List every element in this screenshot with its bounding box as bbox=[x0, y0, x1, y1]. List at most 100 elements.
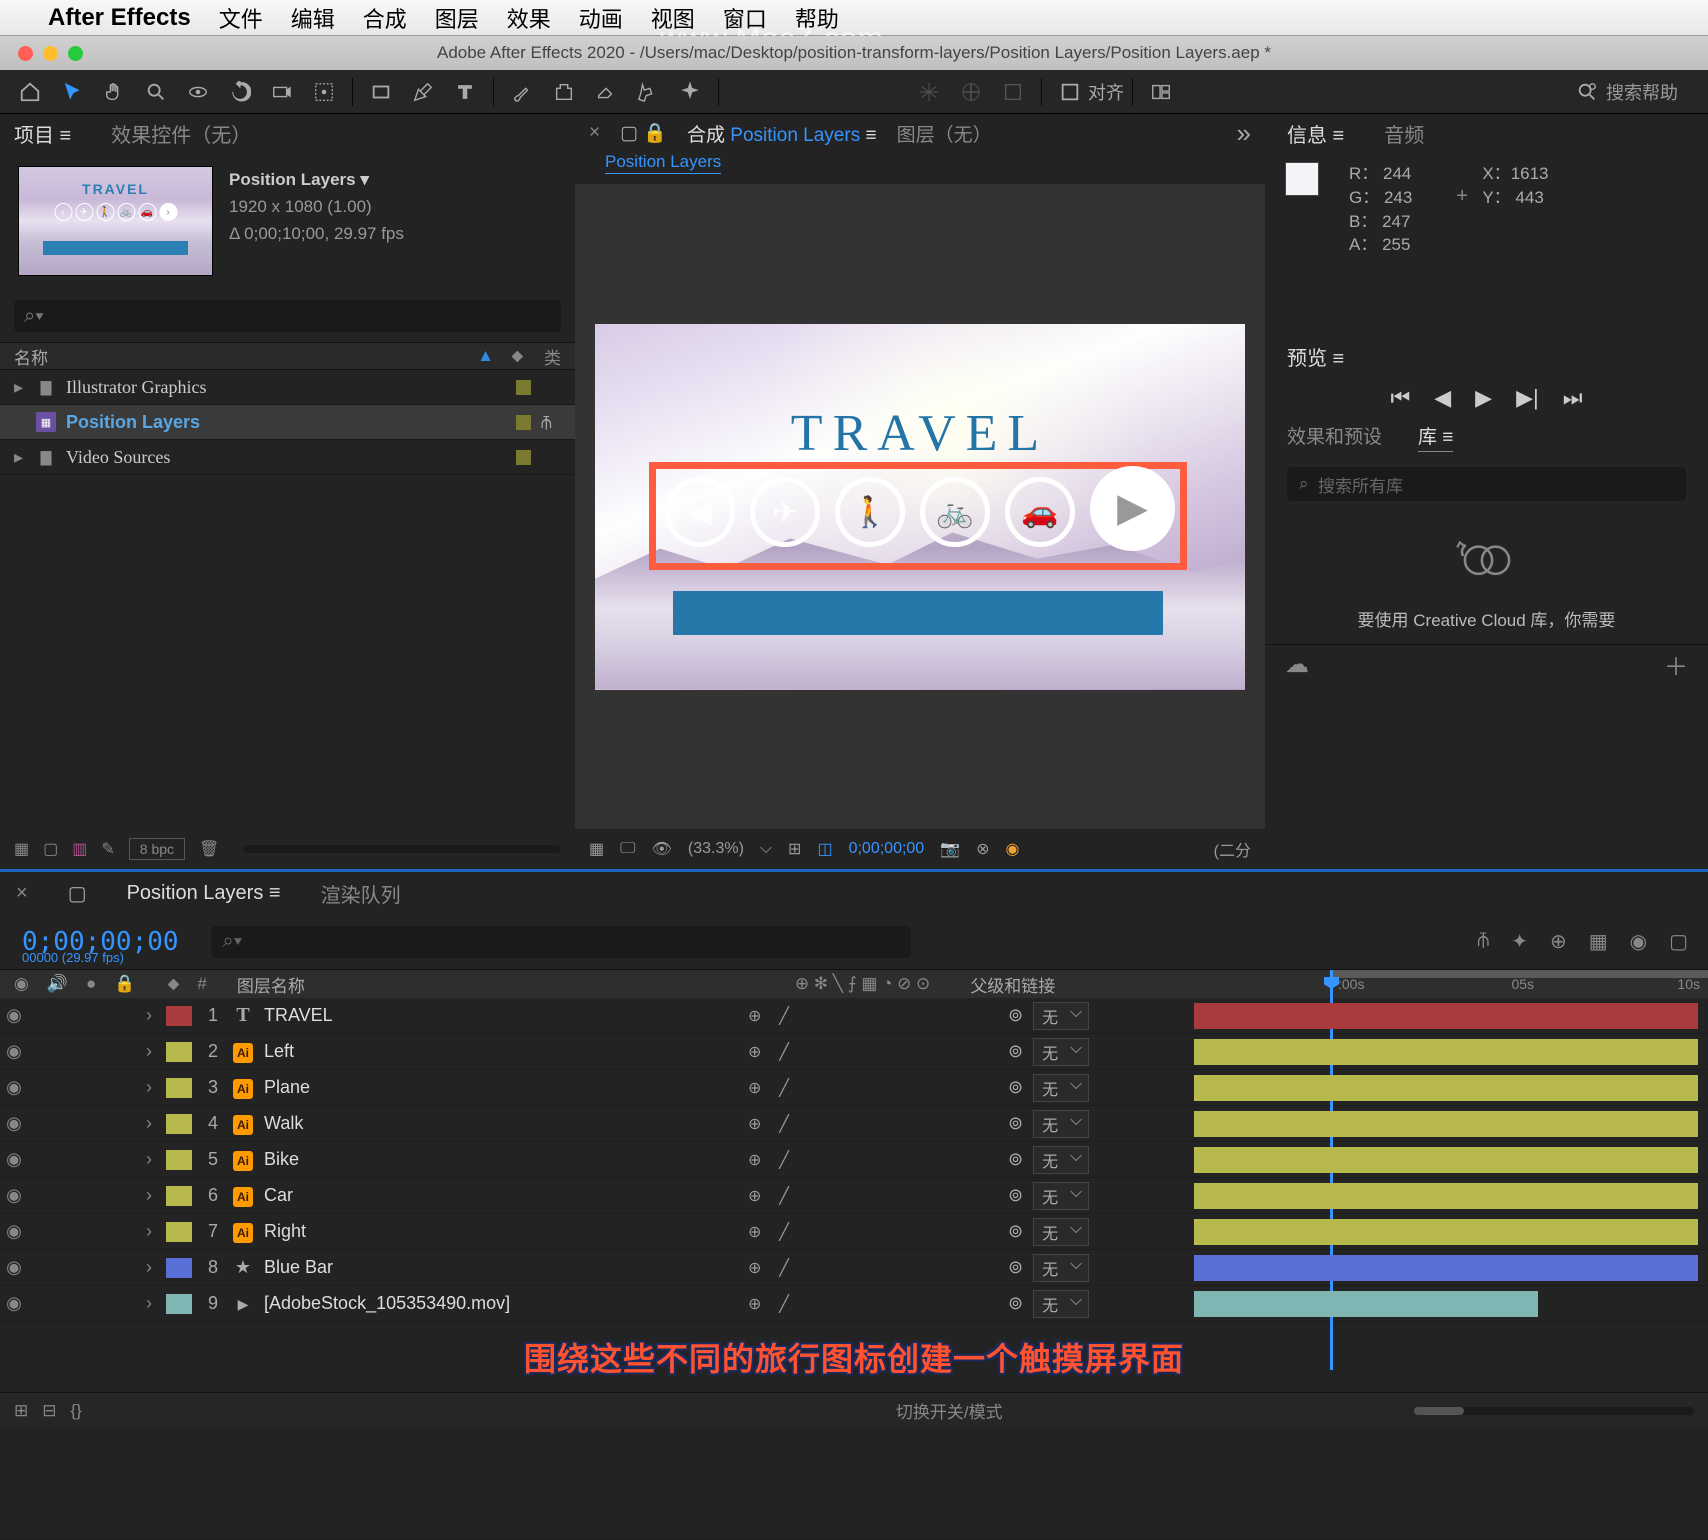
expand-chevron[interactable]: › bbox=[138, 1041, 160, 1062]
layer-duration-bar[interactable] bbox=[1194, 1106, 1708, 1141]
layer-name[interactable]: Left bbox=[258, 1041, 748, 1062]
layer-label[interactable] bbox=[166, 1006, 192, 1026]
menu-layer[interactable]: 图层 bbox=[435, 2, 479, 34]
motion-blur-icon[interactable]: ◉ bbox=[1630, 929, 1647, 954]
display-icon[interactable]: 🖵 bbox=[620, 840, 635, 858]
layer-switches[interactable]: ⊕ ╱ bbox=[748, 1258, 1008, 1278]
preview-prev-icon[interactable]: ◀ bbox=[1434, 385, 1451, 411]
camera-tool[interactable] bbox=[262, 72, 302, 112]
text-tool[interactable] bbox=[445, 72, 485, 112]
preview-first-icon[interactable]: ⏮ bbox=[1390, 385, 1410, 411]
tab-library[interactable]: 库 ≡ bbox=[1418, 422, 1453, 452]
window-zoom[interactable] bbox=[68, 46, 83, 61]
layer-name[interactable]: Plane bbox=[258, 1077, 748, 1098]
shy-icon[interactable]: ⊕ bbox=[1550, 929, 1567, 954]
layer-row[interactable]: ◉ › 3 Ai Plane ⊕ ╱ ⊚无 bbox=[0, 1070, 1708, 1106]
layer-label[interactable] bbox=[166, 1186, 192, 1206]
workspace-icon[interactable] bbox=[1141, 72, 1181, 112]
layer-label[interactable] bbox=[166, 1222, 192, 1242]
guide-icon[interactable]: ◫ bbox=[817, 839, 832, 859]
timeline-search[interactable]: ⌕▾ bbox=[211, 926, 911, 958]
project-search[interactable]: ⌕▾ bbox=[14, 300, 561, 332]
interp-icon[interactable]: ▦ bbox=[14, 839, 29, 859]
layer-name[interactable]: Blue Bar bbox=[258, 1257, 748, 1278]
zoom-tool[interactable] bbox=[136, 72, 176, 112]
layer-switches[interactable]: ⊕ ╱ bbox=[748, 1006, 1008, 1026]
snap-checkbox[interactable] bbox=[1050, 72, 1090, 112]
tab-layer-none[interactable]: 图层（无） bbox=[897, 120, 992, 147]
layer-label[interactable] bbox=[166, 1294, 192, 1314]
tab-effect-controls[interactable]: 效果控件（无） bbox=[111, 119, 251, 148]
expand-chevron[interactable]: › bbox=[138, 1221, 160, 1242]
visibility-toggle[interactable]: ◉ bbox=[0, 1293, 28, 1314]
brush-tool[interactable] bbox=[502, 72, 542, 112]
zoom-pct[interactable]: (33.3%) bbox=[688, 840, 744, 858]
frame-blend-icon[interactable]: ▦ bbox=[1589, 929, 1608, 954]
folder-new-icon[interactable]: ▢ bbox=[43, 839, 58, 859]
orbit-tool[interactable] bbox=[178, 72, 218, 112]
search-help-icon[interactable] bbox=[1576, 72, 1598, 112]
layer-parent[interactable]: ⊚无 bbox=[1008, 1074, 1194, 1102]
layer-switches[interactable]: ⊕ ╱ bbox=[748, 1078, 1008, 1098]
adjust-icon[interactable]: ✎ bbox=[101, 839, 114, 859]
layer-switches[interactable]: ⊕ ╱ bbox=[748, 1150, 1008, 1170]
3d-local-icon[interactable] bbox=[909, 72, 949, 112]
layer-duration-bar[interactable] bbox=[1194, 1250, 1708, 1285]
close-tab-icon[interactable]: × bbox=[16, 882, 28, 905]
comp-flow-icon[interactable]: ⫚ bbox=[1477, 929, 1489, 954]
toggle-switches[interactable]: 切换开关/模式 bbox=[896, 1398, 1003, 1423]
tabs-overflow-icon[interactable]: » bbox=[1237, 118, 1251, 149]
layer-label[interactable] bbox=[166, 1114, 192, 1134]
preview-next-icon[interactable]: ▶| bbox=[1516, 385, 1539, 411]
tab-project[interactable]: 项目 ≡ bbox=[14, 119, 71, 148]
app-name[interactable]: After Effects bbox=[48, 4, 191, 32]
layer-parent[interactable]: ⊚无 bbox=[1008, 1110, 1194, 1138]
expand-chevron[interactable]: › bbox=[138, 1113, 160, 1134]
layer-label[interactable] bbox=[166, 1078, 192, 1098]
anchor-tool[interactable] bbox=[304, 72, 344, 112]
comp-viewer[interactable]: TRAVEL ◀ ✈ 🚶 🚲 🚗 ▶ bbox=[575, 184, 1265, 829]
eraser-tool[interactable] bbox=[586, 72, 626, 112]
visibility-toggle[interactable]: ◉ bbox=[0, 1041, 28, 1062]
layer-parent[interactable]: ⊚无 bbox=[1008, 1290, 1194, 1318]
search-help-label[interactable]: 搜索帮助 bbox=[1606, 79, 1678, 105]
project-item-comp[interactable]: ▦ Position Layers ⫚ bbox=[0, 405, 575, 440]
comp-thumbnail[interactable]: TRAVEL ‹✈🚶🚲🚗› bbox=[18, 166, 213, 276]
clone-tool[interactable] bbox=[544, 72, 584, 112]
layer-parent[interactable]: ⊚无 bbox=[1008, 1038, 1194, 1066]
visibility-toggle[interactable]: ◉ bbox=[0, 1077, 28, 1098]
layer-duration-bar[interactable] bbox=[1194, 1070, 1708, 1105]
timeline-ruler[interactable]: ◉🔊●🔒 ⬥# 图层名称 ⊕ ✻ ╲ ⨍ ▦ ◔ ⊘ ⊙ 父级和链接 :00s … bbox=[0, 970, 1708, 998]
col-name[interactable]: 名称 bbox=[14, 344, 48, 369]
preview-play-icon[interactable]: ▶ bbox=[1475, 385, 1492, 411]
3d-world-icon[interactable] bbox=[951, 72, 991, 112]
tab-timeline-comp[interactable]: Position Layers ≡ bbox=[127, 882, 281, 905]
3d-view-icon[interactable] bbox=[993, 72, 1033, 112]
tab-audio[interactable]: 音频 bbox=[1384, 119, 1424, 148]
rect-tool[interactable] bbox=[361, 72, 401, 112]
layer-row[interactable]: ◉ › 4 Ai Walk ⊕ ╱ ⊚无 bbox=[0, 1106, 1708, 1142]
layer-row[interactable]: ◉ › 8 ★ Blue Bar ⊕ ╱ ⊚无 bbox=[0, 1250, 1708, 1286]
roto-tool[interactable] bbox=[628, 72, 668, 112]
rotate-tool[interactable] bbox=[220, 72, 260, 112]
layer-duration-bar[interactable] bbox=[1194, 1214, 1708, 1249]
braces-icon[interactable]: {} bbox=[71, 1401, 82, 1421]
layer-parent[interactable]: ⊚无 bbox=[1008, 1254, 1194, 1282]
expand-chevron[interactable]: › bbox=[138, 1149, 160, 1170]
menu-window[interactable]: 窗口 bbox=[723, 2, 767, 34]
layer-row[interactable]: ◉ › 2 Ai Left ⊕ ╱ ⊚无 bbox=[0, 1034, 1708, 1070]
menu-edit[interactable]: 编辑 bbox=[291, 2, 335, 34]
color-icon[interactable]: ◉ bbox=[1006, 839, 1020, 859]
menu-comp[interactable]: 合成 bbox=[363, 2, 407, 34]
library-search[interactable]: ⌕ 搜索所有库 bbox=[1287, 467, 1686, 501]
home-button[interactable] bbox=[10, 72, 50, 112]
menu-file[interactable]: 文件 bbox=[219, 2, 263, 34]
layer-label[interactable] bbox=[166, 1042, 192, 1062]
menu-view[interactable]: 视图 bbox=[651, 2, 695, 34]
layer-duration-bar[interactable] bbox=[1194, 1142, 1708, 1177]
tab-preview[interactable]: 预览 ≡ bbox=[1287, 342, 1344, 371]
window-close[interactable] bbox=[18, 46, 33, 61]
layer-name[interactable]: Bike bbox=[258, 1149, 748, 1170]
layer-row[interactable]: ◉ › 5 Ai Bike ⊕ ╱ ⊚无 bbox=[0, 1142, 1708, 1178]
layer-parent[interactable]: ⊚无 bbox=[1008, 1146, 1194, 1174]
